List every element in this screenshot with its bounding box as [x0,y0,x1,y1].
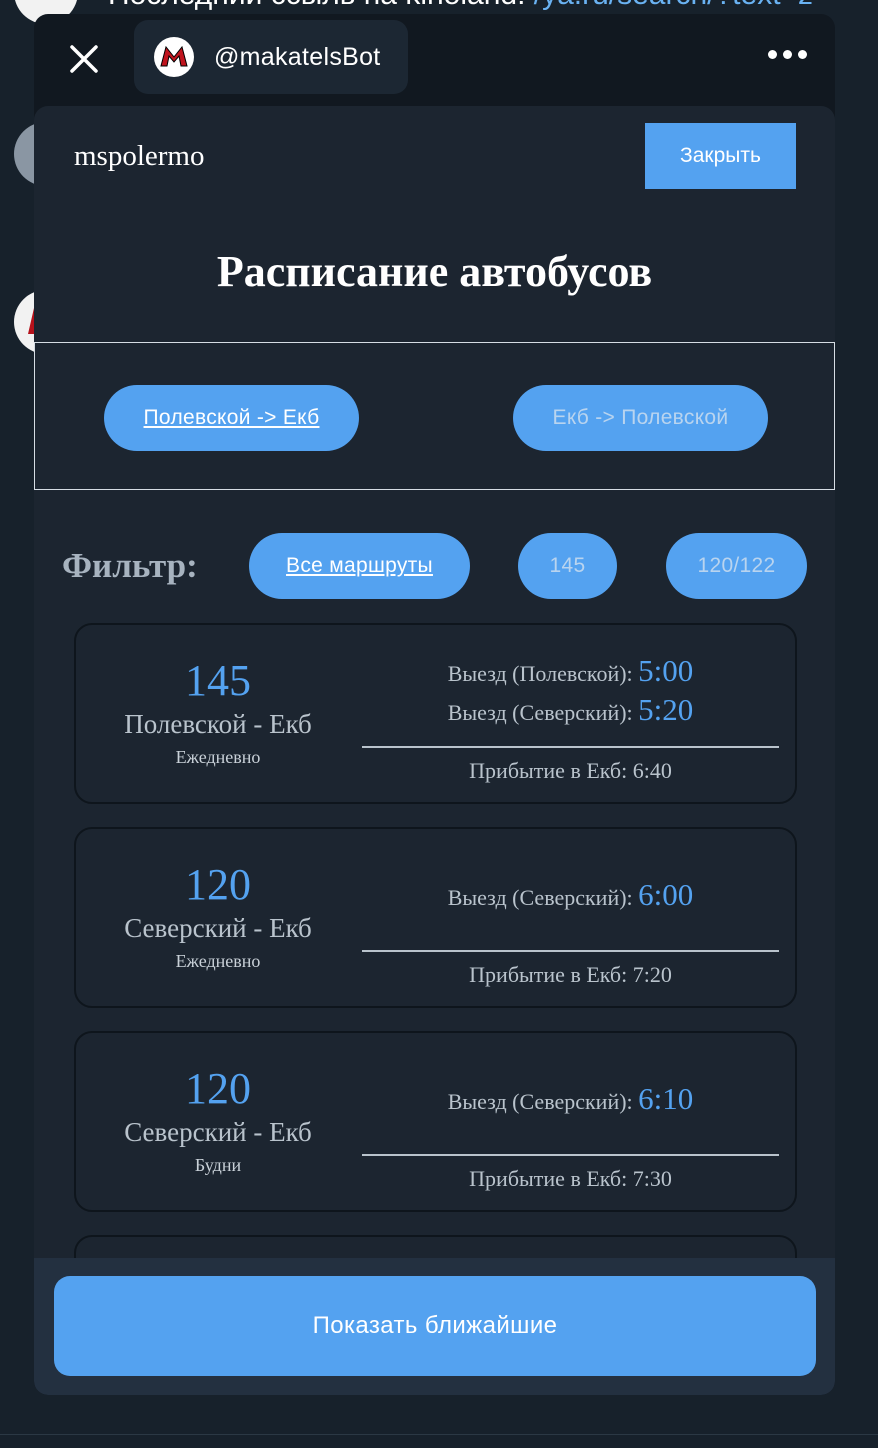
show-nearest-button[interactable]: Показать ближайшие [54,1276,816,1376]
web-app-content: mspolermo Закрыть Расписание автобусов П… [34,106,835,1395]
direction-ekb-polevskoy-button[interactable]: Екб -> Полевской [513,385,768,451]
departure-time: 6:10 [638,1081,694,1116]
bot-title-pill[interactable]: @makatelsBot [134,20,408,94]
departure-label: Выезд (Полевской): [447,661,633,686]
close-button[interactable]: Закрыть [645,123,796,189]
departure-row: Выезд (Северский): 6:00 [362,877,779,916]
route-days: Ежедневно [175,747,261,767]
filter-label: Фильтр: [62,546,198,585]
departure-label: Выезд (Северский): [447,700,633,725]
background-message-link[interactable]: /ya.ru/search/?text=z [534,0,813,11]
user-name: mspolermo [74,140,205,172]
direction-selector: Полевской -> Екб Екб -> Полевской [34,342,835,490]
divider [362,746,779,748]
more-options-icon[interactable] [768,50,807,59]
route-number: 145 [185,656,251,705]
divider [0,1434,878,1435]
route-days: Ежедневно [175,951,261,971]
departure-row: Выезд (Полевской): 5:00 [362,653,779,692]
route-card[interactable]: 120 Северский - Екб Ежедневно Выезд (Сев… [74,827,797,1008]
arrival-time: Прибытие в Екб: 7:20 [469,962,672,987]
bottom-bar: Показать ближайшие [34,1258,835,1395]
departure-time: 6:00 [638,877,694,912]
departure-time: 5:00 [638,653,694,688]
page-title: Расписание автобусов [216,247,653,296]
filter-145-button[interactable]: 145 [518,533,617,599]
route-days: Будни [194,1155,242,1175]
route-number: 120 [185,1064,251,1113]
departure-label: Выезд (Северский): [447,1089,633,1114]
background-message: Последний ссыль на kinoland: /ya.ru/sear… [108,0,813,12]
bot-avatar [154,37,194,77]
bot-username: @makatelsBot [214,42,381,71]
web-app-topbar: @makatelsBot [34,14,835,106]
arrival-time: Прибытие в Екб: 7:30 [469,1166,672,1191]
divider [362,1154,779,1156]
departure-label: Выезд (Северский): [447,885,633,910]
route-card[interactable]: 120 Северский - Екб Будни Выезд (Северск… [74,1031,797,1212]
bot-logo-icon [160,45,188,67]
background-message-text: Последний ссыль на kinoland: [108,0,534,11]
route-name: Северский - Екб [124,1117,312,1147]
route-card[interactable]: 145 Полевской - Екб Ежедневно Выезд (Пол… [74,623,797,804]
route-name: Полевской - Екб [124,709,312,739]
arrival-time: Прибытие в Екб: 6:40 [469,758,672,783]
filter-all-routes-button[interactable]: Все маршруты [249,533,470,599]
route-name: Северский - Екб [124,913,312,943]
direction-polevskoy-ekb-button[interactable]: Полевской -> Екб [104,385,359,451]
close-icon[interactable] [64,39,104,79]
departure-time: 5:20 [638,692,694,727]
divider [362,950,779,952]
web-app-window: @makatelsBot mspolermo Закрыть Расписани… [34,14,835,1395]
departure-row: Выезд (Северский): 5:20 [362,692,779,731]
departure-row: Выезд (Северский): 6:10 [362,1081,779,1120]
filter-120-122-button[interactable]: 120/122 [666,533,807,599]
route-number: 120 [185,860,251,909]
